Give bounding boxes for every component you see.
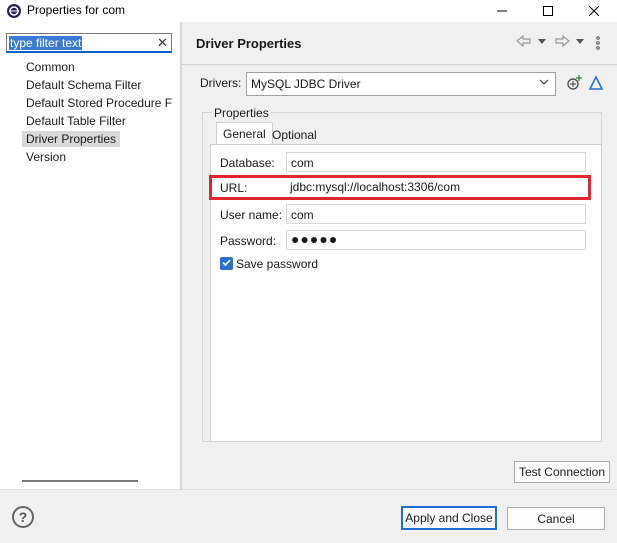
user-name-field[interactable]: com [286, 204, 586, 224]
eclipse-app-icon [7, 4, 21, 18]
minimize-icon [497, 10, 507, 12]
add-driver-icon[interactable] [566, 75, 582, 91]
back-dropdown-icon[interactable] [538, 39, 546, 44]
tab-general[interactable]: General [216, 122, 273, 144]
more-options-icon[interactable] [596, 36, 600, 50]
nav-item-common[interactable]: Common [22, 59, 79, 75]
filter-input-text[interactable]: type filter text [9, 36, 83, 50]
nav-item-default-schema-filter[interactable]: Default Schema Filter [22, 77, 145, 93]
properties-page: Driver Properties Drivers: MySQL JDBC Dr… [182, 22, 617, 489]
forward-dropdown-icon[interactable] [576, 39, 584, 44]
save-password-label[interactable]: Save password [236, 257, 318, 271]
drivers-dropdown-value: MySQL JDBC Driver [251, 77, 361, 91]
nav-item-driver-properties[interactable]: Driver Properties [22, 131, 121, 147]
edit-driver-icon[interactable] [588, 75, 604, 91]
drivers-label: Drivers: [200, 76, 242, 90]
header-separator [182, 64, 617, 65]
drivers-dropdown[interactable]: MySQL JDBC Driver [246, 72, 556, 96]
close-button[interactable] [571, 0, 617, 22]
help-icon[interactable]: ? [12, 506, 34, 528]
database-label: Database: [220, 156, 275, 170]
user-name-label: User name: [220, 208, 283, 222]
url-highlight-box [209, 175, 591, 200]
maximize-icon [543, 6, 553, 16]
horizontal-scrollbar[interactable] [22, 480, 138, 482]
password-masked-value: ●●●●● [291, 231, 339, 247]
page-title: Driver Properties [196, 36, 302, 51]
title-bar: Properties for com [0, 0, 617, 22]
back-arrow-icon[interactable] [516, 34, 532, 48]
window-title: Properties for com [27, 3, 126, 17]
user-name-value: com [291, 208, 314, 222]
filter-input[interactable]: type filter text ✕ [6, 33, 172, 53]
apply-and-close-button[interactable]: Apply and Close [401, 506, 497, 530]
test-connection-button[interactable]: Test Connection [514, 461, 610, 483]
database-field[interactable]: com [286, 152, 586, 172]
nav-item-version[interactable]: Version [22, 149, 70, 165]
forward-arrow-icon[interactable] [554, 34, 570, 48]
tab-optional[interactable]: Optional [268, 126, 321, 146]
close-icon [589, 6, 599, 16]
database-value: com [291, 156, 314, 170]
dialog-button-bar: ? Apply and Close Cancel [0, 489, 617, 543]
clear-filter-icon[interactable]: ✕ [157, 35, 168, 51]
chevron-down-icon [539, 79, 549, 85]
password-label: Password: [220, 234, 277, 248]
checkmark-icon [222, 259, 231, 267]
preference-tree-pane: type filter text ✕ Common Default Schema… [0, 22, 180, 489]
save-password-checkbox[interactable] [220, 257, 233, 270]
properties-group-label: Properties [212, 106, 271, 120]
nav-item-default-table-filter[interactable]: Default Table Filter [22, 113, 130, 129]
minimize-button[interactable] [479, 0, 525, 22]
password-field[interactable]: ●●●●● [286, 230, 586, 250]
nav-item-default-stored-procedure-filter[interactable]: Default Stored Procedure F [22, 95, 176, 111]
maximize-button[interactable] [525, 0, 571, 22]
cancel-button[interactable]: Cancel [507, 507, 605, 530]
